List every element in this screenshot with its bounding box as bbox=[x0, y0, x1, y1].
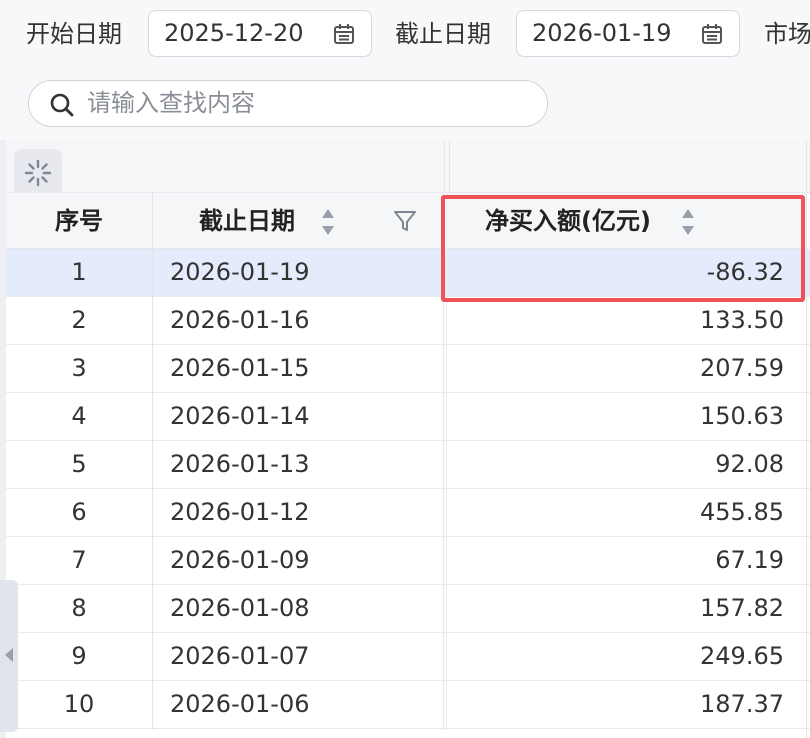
column-header-date[interactable]: 截止日期 bbox=[153, 193, 443, 249]
start-date-value: 2025-12-20 bbox=[164, 19, 304, 47]
column-header-label: 净买入额(亿元) bbox=[485, 207, 651, 235]
cell-date: 2026-01-15 bbox=[170, 354, 310, 382]
calendar-icon bbox=[702, 24, 722, 44]
cell-amount: 455.85 bbox=[700, 498, 784, 526]
table-row[interactable]: 4 2026-01-14 150.63 bbox=[6, 393, 810, 441]
filter-icon[interactable] bbox=[393, 209, 417, 233]
column-header-index[interactable]: 序号 bbox=[6, 193, 152, 249]
cell-index: 2 bbox=[71, 306, 87, 334]
table-row[interactable]: 9 2026-01-07 249.65 bbox=[6, 633, 810, 681]
table-row[interactable]: 8 2026-01-08 157.82 bbox=[6, 585, 810, 633]
column-divider bbox=[443, 193, 444, 730]
cell-date: 2026-01-14 bbox=[170, 402, 310, 430]
table-row[interactable]: 5 2026-01-13 92.08 bbox=[6, 441, 810, 489]
search-icon bbox=[50, 93, 74, 117]
table-row[interactable]: 1 2026-01-19 -86.32 bbox=[6, 249, 810, 297]
cell-index: 1 bbox=[71, 258, 87, 286]
column-divider bbox=[444, 140, 445, 193]
table-group-header bbox=[6, 140, 810, 193]
cell-amount: 207.59 bbox=[700, 354, 784, 382]
end-date-label: 截止日期 bbox=[395, 20, 491, 48]
calendar-icon bbox=[334, 24, 354, 44]
end-date-value: 2026-01-19 bbox=[532, 19, 672, 47]
cell-index: 9 bbox=[71, 642, 87, 670]
column-header-label: 截止日期 bbox=[199, 207, 295, 235]
cell-date: 2026-01-12 bbox=[170, 498, 310, 526]
filter-toolbar: 开始日期 2025-12-20 截止日期 2026-01-19 市场 bbox=[0, 0, 810, 68]
cell-date: 2026-01-06 bbox=[170, 690, 310, 718]
cell-amount: -86.32 bbox=[706, 258, 784, 286]
search-input[interactable]: 请输入查找内容 bbox=[28, 80, 548, 127]
search-bar-area: 请输入查找内容 bbox=[0, 68, 810, 140]
start-date-label: 开始日期 bbox=[26, 20, 122, 48]
cell-index: 5 bbox=[71, 450, 87, 478]
cell-amount: 157.82 bbox=[700, 594, 784, 622]
cell-amount: 133.50 bbox=[700, 306, 784, 334]
sort-icon[interactable] bbox=[321, 207, 335, 237]
start-date-picker[interactable]: 2025-12-20 bbox=[148, 10, 372, 57]
cell-amount: 67.19 bbox=[715, 546, 784, 574]
cell-index: 7 bbox=[71, 546, 87, 574]
cell-date: 2026-01-13 bbox=[170, 450, 310, 478]
chevron-left-icon bbox=[5, 648, 13, 662]
cell-date: 2026-01-16 bbox=[170, 306, 310, 334]
column-header-label: 序号 bbox=[55, 207, 103, 235]
column-divider bbox=[449, 140, 450, 193]
table-row[interactable]: 6 2026-01-12 455.85 bbox=[6, 489, 810, 537]
cell-index: 8 bbox=[71, 594, 87, 622]
cell-index: 10 bbox=[63, 690, 95, 718]
cell-index: 3 bbox=[71, 354, 87, 382]
cell-amount: 92.08 bbox=[715, 450, 784, 478]
cell-date: 2026-01-07 bbox=[170, 642, 310, 670]
table-row[interactable]: 7 2026-01-09 67.19 bbox=[6, 537, 810, 585]
cell-date: 2026-01-19 bbox=[170, 258, 310, 286]
sort-icon[interactable] bbox=[681, 207, 695, 237]
cell-amount: 187.37 bbox=[700, 690, 784, 718]
column-divider bbox=[446, 193, 447, 730]
column-divider bbox=[152, 193, 153, 730]
table-row[interactable]: 2 2026-01-16 133.50 bbox=[6, 297, 810, 345]
cell-date: 2026-01-08 bbox=[170, 594, 310, 622]
cell-date: 2026-01-09 bbox=[170, 546, 310, 574]
cell-amount: 150.63 bbox=[700, 402, 784, 430]
market-label: 市场 bbox=[764, 20, 810, 48]
table-row[interactable]: 3 2026-01-15 207.59 bbox=[6, 345, 810, 393]
cell-index: 6 bbox=[71, 498, 87, 526]
collapse-panel-handle[interactable] bbox=[0, 580, 18, 732]
search-placeholder: 请输入查找内容 bbox=[87, 89, 255, 117]
refresh-button[interactable] bbox=[14, 149, 62, 197]
table-row[interactable]: 10 2026-01-06 187.37 bbox=[6, 681, 810, 729]
column-divider bbox=[806, 140, 807, 738]
end-date-picker[interactable]: 2026-01-19 bbox=[516, 10, 740, 57]
column-header-amount[interactable]: 净买入额(亿元) bbox=[447, 193, 806, 249]
cell-amount: 249.65 bbox=[700, 642, 784, 670]
loading-spinner-icon bbox=[24, 159, 52, 187]
cell-index: 4 bbox=[71, 402, 87, 430]
